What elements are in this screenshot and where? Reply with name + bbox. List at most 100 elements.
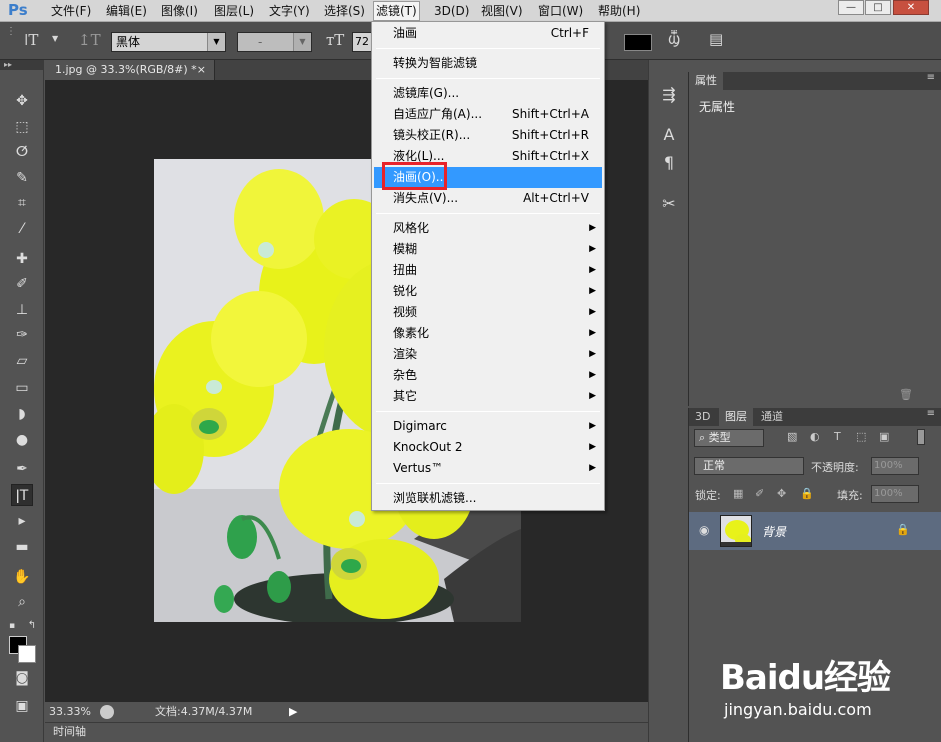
filter-menu-item[interactable]: 风格化 ▶: [374, 218, 602, 239]
lock-paint-icon[interactable]: ✐: [755, 487, 764, 500]
tab-properties[interactable]: 属性: [689, 72, 723, 90]
character-panel-icon[interactable]: A: [658, 124, 680, 146]
filter-menu-item[interactable]: 像素化 ▶: [374, 323, 602, 344]
close-icon[interactable]: ×: [197, 60, 206, 80]
filter-menu-item[interactable]: 扭曲 ▶: [374, 260, 602, 281]
filter-menu-item[interactable]: Vertus™ ▶: [374, 458, 602, 479]
swap-colors-icon[interactable]: ↰: [26, 615, 38, 637]
filter-menu-item[interactable]: 滤镜库(G)...: [374, 83, 602, 104]
trash-icon[interactable]: 🗑: [899, 388, 913, 401]
document-tab[interactable]: 1.jpg @ 33.3%(RGB/8#) * ×: [45, 60, 215, 80]
text-tool-preset-icon[interactable]: ǀT: [24, 31, 38, 49]
stamp-tool-icon[interactable]: ⊥: [11, 299, 33, 321]
filter-smart-icon[interactable]: ▣: [879, 430, 889, 443]
dodge-tool-icon[interactable]: ●: [11, 429, 33, 451]
panel-menu-icon[interactable]: ≡: [927, 72, 935, 83]
background-color-swatch[interactable]: [18, 645, 36, 663]
eyedropper-tool-icon[interactable]: ⁄: [11, 218, 33, 240]
crop-tool-icon[interactable]: ⌗: [11, 192, 33, 214]
quick-select-tool-icon[interactable]: ✎: [11, 167, 33, 189]
brush-tool-icon[interactable]: ✐: [11, 273, 33, 295]
filter-menu-item[interactable]: 锐化 ▶: [374, 281, 602, 302]
layer-row[interactable]: ◉ 背景 🔒: [689, 512, 941, 550]
tab-channels[interactable]: 通道: [755, 408, 789, 426]
lock-pixels-icon[interactable]: ▦: [733, 487, 743, 500]
healing-brush-tool-icon[interactable]: ✚: [11, 248, 33, 270]
filter-type-icon[interactable]: T: [834, 430, 841, 443]
menu-select[interactable]: 选择(S): [322, 3, 367, 20]
lock-move-icon[interactable]: ✥: [777, 487, 786, 500]
lasso-tool-icon[interactable]: ⵚ: [11, 141, 33, 163]
type-tool-icon[interactable]: ǀT: [11, 484, 33, 506]
filter-menu-item[interactable]: 杂色 ▶: [374, 365, 602, 386]
eraser-tool-icon[interactable]: ▱: [11, 350, 33, 372]
panel-grip[interactable]: ▸▸: [0, 60, 44, 70]
filter-menu-item[interactable]: KnockOut 2 ▶: [374, 437, 602, 458]
chevron-down-icon[interactable]: ▼: [52, 34, 58, 43]
font-style-select[interactable]: - ▼: [237, 32, 312, 52]
filter-menu-item[interactable]: 视频 ▶: [374, 302, 602, 323]
zoom-tool-icon[interactable]: ⌕: [11, 591, 33, 613]
close-button[interactable]: ✕: [893, 0, 929, 15]
filter-menu-item[interactable]: 模糊 ▶: [374, 239, 602, 260]
filter-menu-item[interactable]: 镜头校正(R)... Shift+Ctrl+R: [374, 125, 602, 146]
path-select-tool-icon[interactable]: ▸: [11, 510, 33, 532]
warp-text-icon[interactable]: ⳃ: [668, 29, 680, 49]
marquee-tool-icon[interactable]: ⬚: [11, 116, 33, 138]
lock-all-icon[interactable]: 🔒: [800, 487, 814, 500]
minimize-button[interactable]: —: [838, 0, 864, 15]
menu-type[interactable]: 文字(Y): [267, 3, 312, 20]
menu-image[interactable]: 图像(I): [159, 3, 200, 20]
maximize-button[interactable]: □: [865, 0, 891, 15]
blend-mode-select[interactable]: 正常: [694, 457, 804, 475]
timeline-tab[interactable]: 时间轴: [45, 722, 648, 742]
filter-adjust-icon[interactable]: ◐: [810, 430, 820, 443]
zoom-level[interactable]: 33.33%: [49, 702, 91, 722]
opacity-input[interactable]: 100%: [871, 457, 919, 475]
menu-layer[interactable]: 图层(L): [212, 3, 256, 20]
filter-menu-item[interactable]: Digimarc ▶: [374, 416, 602, 437]
menu-help[interactable]: 帮助(H): [596, 3, 642, 20]
hand-tool-icon[interactable]: ✋: [11, 566, 33, 588]
font-family-select[interactable]: 黑体 ▼: [111, 32, 226, 52]
fill-input[interactable]: 100%: [871, 485, 919, 503]
panel-menu-icon[interactable]: ≡: [927, 408, 935, 419]
status-menu-icon[interactable]: [100, 705, 114, 719]
filter-shape-icon[interactable]: ⬚: [856, 430, 866, 443]
eye-icon[interactable]: ◉: [699, 523, 709, 537]
filter-menu-item[interactable]: 油画 Ctrl+F: [374, 23, 602, 44]
filter-menu-item[interactable]: 浏览联机滤镜...: [374, 488, 602, 509]
filter-menu-item[interactable]: 渲染 ▶: [374, 344, 602, 365]
move-tool-icon[interactable]: ✥: [11, 90, 33, 112]
tab-layers[interactable]: 图层: [719, 408, 753, 426]
menu-file[interactable]: 文件(F): [49, 3, 93, 20]
filter-menu-item[interactable]: 其它 ▶: [374, 386, 602, 407]
filter-pixel-icon[interactable]: ▧: [787, 430, 797, 443]
filter-menu-item[interactable]: 自适应广角(A)... Shift+Ctrl+A: [374, 104, 602, 125]
shape-tool-icon[interactable]: ▬: [11, 536, 33, 558]
filter-menu-item[interactable]: 转换为智能滤镜: [374, 53, 602, 74]
tab-3d[interactable]: 3D: [689, 408, 716, 426]
filter-menu-item[interactable]: 消失点(V)... Alt+Ctrl+V: [374, 188, 602, 209]
menu-edit[interactable]: 编辑(E): [104, 3, 149, 20]
text-color-swatch[interactable]: [624, 34, 652, 51]
text-orientation-icon[interactable]: ↥T: [78, 31, 101, 49]
menu-3d[interactable]: 3D(D): [432, 3, 471, 20]
screen-mode-icon[interactable]: ▣: [11, 695, 33, 717]
pen-tool-icon[interactable]: ✒: [11, 458, 33, 480]
filter-type-select[interactable]: ⌕ 类型: [694, 429, 764, 447]
menu-view[interactable]: 视图(V): [479, 3, 525, 20]
filter-toggle[interactable]: [917, 429, 925, 445]
history-brush-tool-icon[interactable]: ✑: [11, 324, 33, 346]
history-panel-icon[interactable]: ⇶: [658, 84, 680, 106]
character-panel-icon[interactable]: ▤: [709, 30, 723, 48]
tool-presets-icon[interactable]: ✂: [658, 193, 680, 215]
quick-mask-icon[interactable]: ◙: [11, 667, 33, 689]
play-icon[interactable]: ▶: [289, 702, 297, 722]
gradient-tool-icon[interactable]: ▭: [11, 377, 33, 399]
menu-window[interactable]: 窗口(W): [536, 3, 585, 20]
blur-tool-icon[interactable]: ◗: [11, 403, 33, 425]
default-colors-icon[interactable]: ▪: [6, 615, 18, 637]
menu-filter[interactable]: 滤镜(T): [373, 1, 420, 21]
paragraph-panel-icon[interactable]: ¶: [658, 152, 680, 174]
